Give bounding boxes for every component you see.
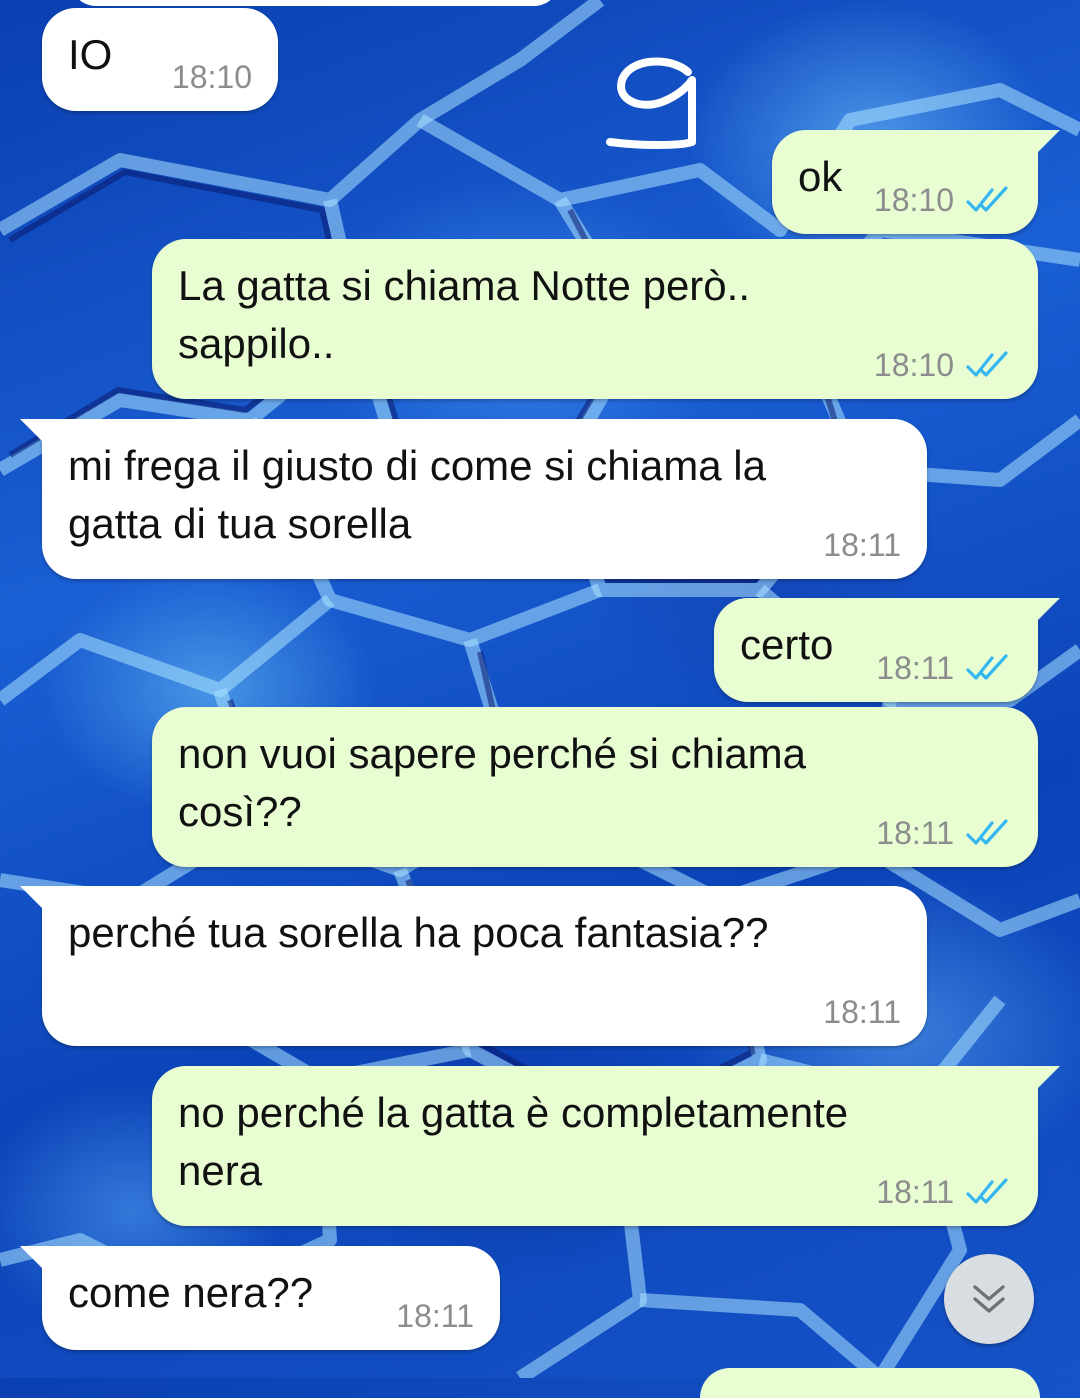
double-check-icon bbox=[966, 351, 1008, 377]
message-time: 18:11 bbox=[396, 1298, 474, 1334]
message-text-line: così?? bbox=[178, 788, 302, 835]
message-text: perché tua sorella ha poca fantasia?? bbox=[68, 909, 769, 956]
message-text-line: no perché la gatta è completamente bbox=[178, 1089, 849, 1136]
message-text: IO bbox=[68, 31, 113, 78]
message-text: certo bbox=[740, 621, 834, 668]
message-meta: 18:11 bbox=[876, 815, 1012, 851]
message-meta: 18:11 bbox=[823, 994, 901, 1030]
message-text-line: La gatta si chiama Notte però.. bbox=[178, 262, 750, 309]
message-time: 18:10 bbox=[873, 182, 954, 218]
message-text-line: non vuoi sapere perché si chiama bbox=[178, 730, 807, 777]
double-check-icon bbox=[966, 819, 1008, 845]
message-time: 18:10 bbox=[873, 347, 954, 383]
message-time: 18:11 bbox=[823, 994, 901, 1030]
message-meta: 18:10 bbox=[874, 347, 1012, 383]
message-meta: 18:11 bbox=[823, 527, 901, 563]
message-bubble-incoming[interactable]: mi frega il giusto di come si chiama la … bbox=[20, 419, 927, 579]
message-meta: 18:11 bbox=[876, 650, 1012, 686]
message-text-line: gatta di tua sorella bbox=[68, 500, 412, 547]
message-bubble-outgoing[interactable]: non vuoi sapere perché si chiama così?? … bbox=[152, 707, 1038, 867]
message-time: 18:11 bbox=[823, 527, 901, 563]
double-check-icon bbox=[966, 654, 1008, 680]
message-text-line: mi frega il giusto di come si chiama la bbox=[68, 442, 766, 489]
message-bubble-incoming[interactable]: IO 18:10 bbox=[42, 8, 278, 111]
next-message-edge bbox=[700, 1368, 1040, 1398]
message-time: 18:11 bbox=[876, 815, 954, 851]
message-meta: 18:11 bbox=[396, 1298, 474, 1334]
scroll-to-bottom-button[interactable] bbox=[944, 1254, 1034, 1344]
double-check-icon bbox=[966, 186, 1008, 212]
message-text-line: sappilo.. bbox=[178, 320, 335, 367]
message-text-line: nera bbox=[178, 1147, 263, 1194]
message-meta: 18:10 bbox=[172, 59, 252, 95]
message-bubble-incoming[interactable]: perché tua sorella ha poca fantasia?? 18… bbox=[20, 886, 927, 1046]
message-bubble-outgoing[interactable]: certo 18:11 bbox=[714, 598, 1060, 702]
message-time: 18:10 bbox=[171, 59, 252, 95]
message-bubble-outgoing[interactable]: ok 18:10 bbox=[772, 130, 1060, 234]
message-meta: 18:11 bbox=[876, 1174, 1012, 1210]
message-meta: 18:10 bbox=[874, 182, 1012, 218]
message-bubble-outgoing[interactable]: no perché la gatta è completamente nera … bbox=[152, 1066, 1060, 1226]
double-check-icon bbox=[966, 1178, 1008, 1204]
message-bubble-incoming[interactable]: come nera?? 18:11 bbox=[20, 1246, 500, 1350]
message-time: 18:11 bbox=[876, 1174, 954, 1210]
message-text: ok bbox=[798, 153, 843, 200]
double-chevron-down-icon bbox=[973, 1285, 1005, 1313]
message-text: come nera?? bbox=[68, 1269, 314, 1316]
message-bubble-outgoing[interactable]: La gatta si chiama Notte però.. sappilo.… bbox=[152, 239, 1038, 399]
previous-message-edge bbox=[70, 0, 560, 6]
message-time: 18:11 bbox=[876, 650, 954, 686]
handwritten-number-mark bbox=[606, 57, 696, 149]
